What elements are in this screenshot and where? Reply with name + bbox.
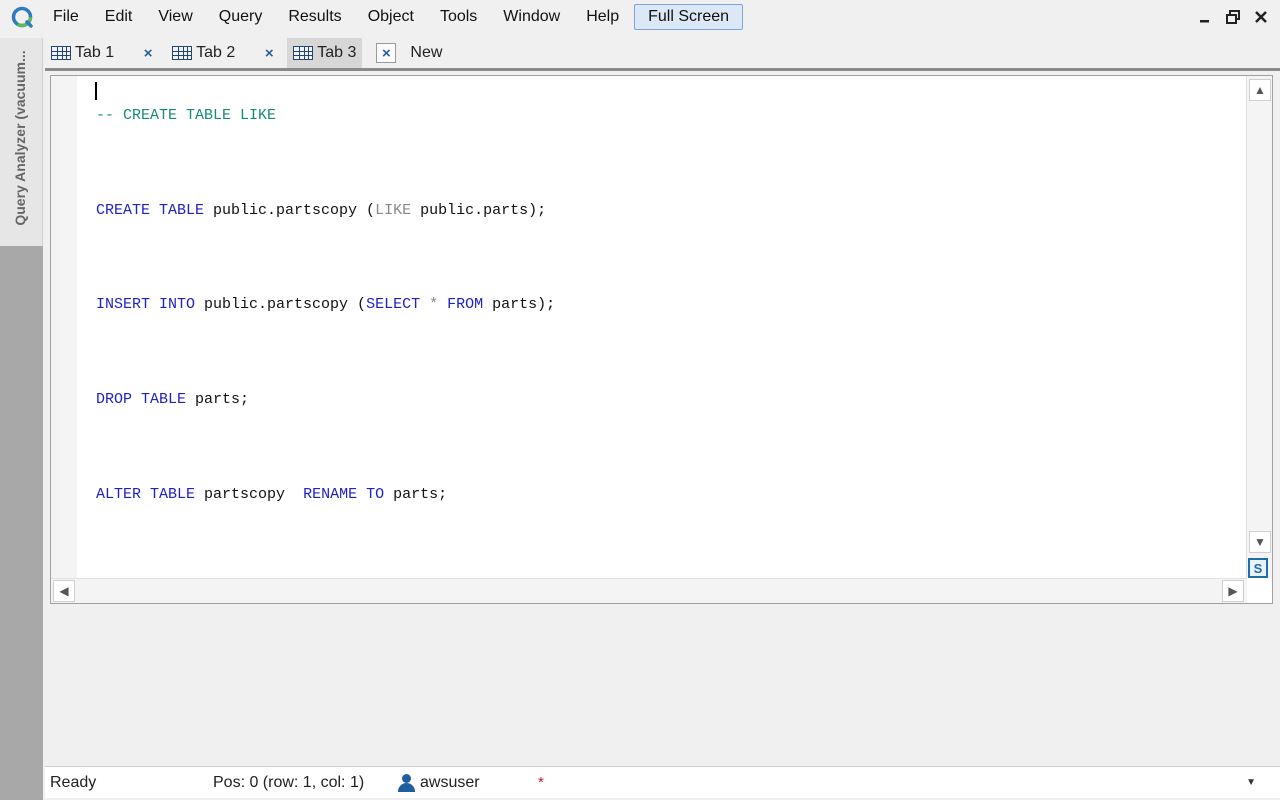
scroll-up-icon[interactable]: ▲ (1249, 79, 1271, 101)
tab-label: Tab 3 (317, 44, 357, 61)
code-line-alter: ALTER TABLE partscopy RENAME TO parts; (96, 485, 448, 503)
editor-gutter (51, 76, 77, 578)
new-tab-button[interactable]: New (404, 44, 448, 62)
status-bar: Ready Pos: 0 (row: 1, col: 1) awsuser * … (45, 766, 1280, 798)
menu-edit[interactable]: Edit (92, 3, 146, 31)
table-grid-icon (172, 46, 193, 60)
full-screen-button[interactable]: Full Screen (634, 4, 744, 30)
menu-bar: File Edit View Query Results Object Tool… (0, 0, 1280, 34)
side-panel-tab[interactable]: Query Analyzer (vacuum... (0, 38, 43, 246)
table-grid-icon (51, 46, 71, 60)
status-ready: Ready (50, 773, 97, 791)
sql-editor[interactable]: -- CREATE TABLE LIKE CREATE TABLE public… (50, 75, 1273, 604)
side-panel-label: Query Analyzer (vacuum... (12, 50, 28, 226)
code-line-create: CREATE TABLE public.partscopy (LIKE publ… (96, 201, 547, 219)
user-name: awsuser (420, 773, 480, 791)
tab-1[interactable]: Tab 1 (45, 38, 120, 68)
connected-user: awsuser (397, 773, 480, 792)
tab-2[interactable]: Tab 2 (166, 38, 241, 68)
tab-3-close-icon[interactable]: × (376, 43, 397, 63)
restore-icon[interactable] (1220, 4, 1246, 30)
menu-results[interactable]: Results (275, 3, 354, 31)
status-dropdown-icon[interactable]: ▼ (1246, 777, 1256, 788)
window-controls (1192, 4, 1274, 30)
vertical-scrollbar[interactable]: ▲ ▼ (1246, 76, 1272, 578)
menu-tools[interactable]: Tools (427, 3, 490, 31)
scroll-down-icon[interactable]: ▼ (1249, 531, 1271, 553)
menu-view[interactable]: View (145, 3, 205, 31)
scroll-left-icon[interactable]: ◀ (53, 580, 75, 602)
menu-query[interactable]: Query (206, 3, 276, 31)
modified-indicator: * (538, 774, 544, 791)
user-icon (397, 773, 415, 792)
horizontal-scrollbar[interactable]: ◀ ▶ (51, 578, 1247, 603)
tab-2-close-icon[interactable]: × (259, 43, 279, 63)
menu-object[interactable]: Object (355, 3, 427, 31)
split-corner: S (1246, 558, 1272, 603)
minimize-icon[interactable] (1192, 4, 1218, 30)
app-logo-icon (10, 5, 34, 29)
split-view-icon[interactable]: S (1248, 558, 1268, 578)
close-icon[interactable] (1248, 4, 1274, 30)
table-grid-icon (293, 46, 314, 60)
tab-label: Tab 1 (75, 44, 115, 61)
cursor-position: Pos: 0 (row: 1, col: 1) (213, 773, 365, 791)
tab-label: Tab 2 (196, 44, 236, 61)
code-line-insert: INSERT INTO public.partscopy (SELECT * F… (96, 296, 556, 314)
code-area[interactable]: -- CREATE TABLE LIKE CREATE TABLE public… (96, 80, 555, 554)
menu-window[interactable]: Window (490, 3, 573, 31)
scroll-right-icon[interactable]: ▶ (1222, 580, 1244, 602)
side-panel-area (0, 246, 43, 800)
menu-file[interactable]: File (40, 3, 92, 31)
tab-strip: Tab 1 × Tab 2 × Tab 3 × New (45, 36, 1280, 70)
tab-1-close-icon[interactable]: × (138, 43, 158, 63)
code-line-drop: DROP TABLE parts; (96, 391, 250, 409)
tab-strip-divider (45, 68, 1280, 71)
tab-3[interactable]: Tab 3 (287, 38, 363, 68)
code-line-comment: -- CREATE TABLE LIKE (96, 106, 277, 124)
menu-help[interactable]: Help (573, 3, 632, 31)
